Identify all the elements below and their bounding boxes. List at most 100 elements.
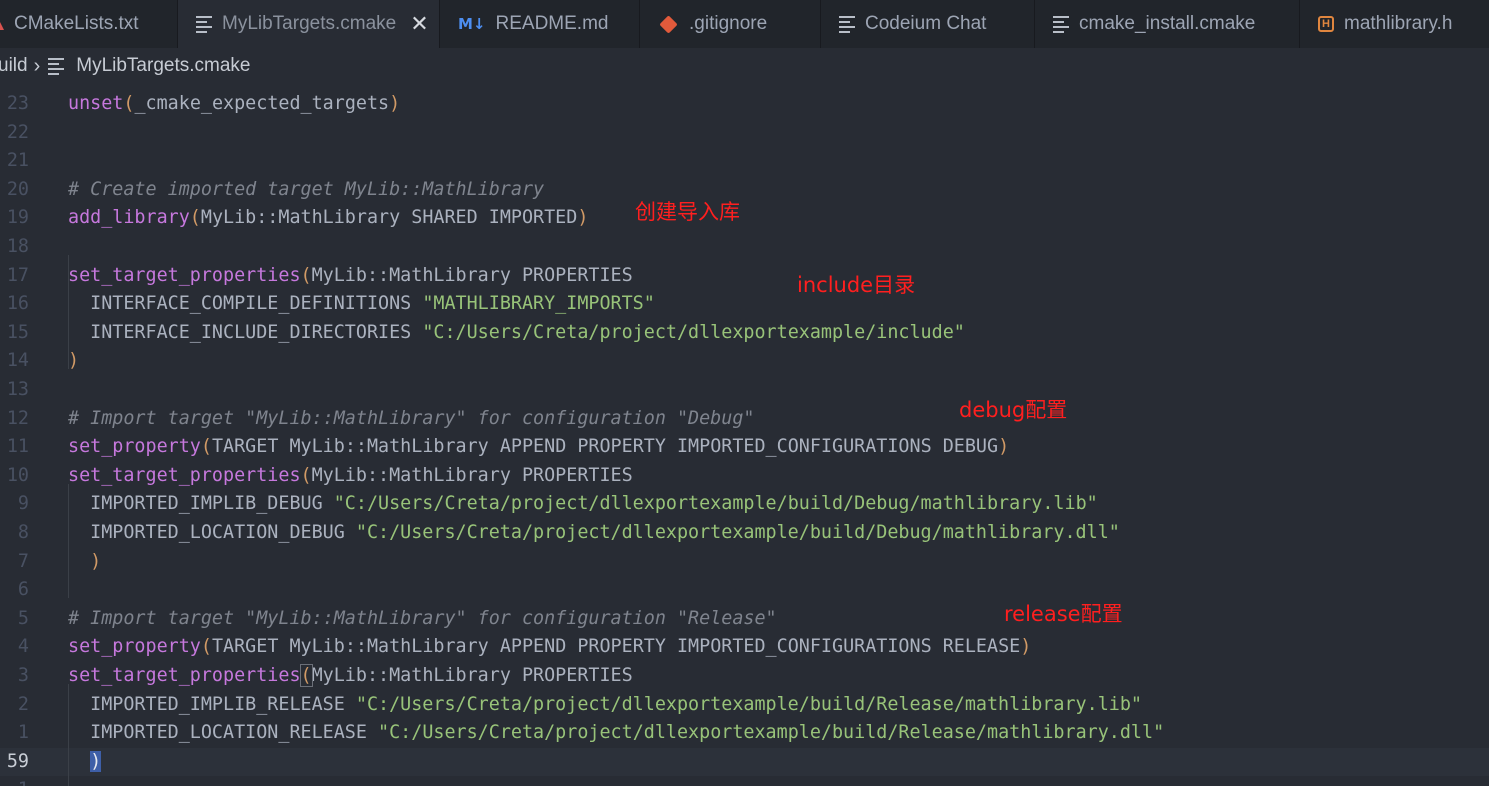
text-lines-icon (1053, 15, 1069, 33)
code-token: IMPORTED_LOCATION_RELEASE (68, 722, 379, 744)
cmake-icon (0, 18, 4, 30)
code-text: IMPORTED_IMPLIB_DEBUG "C:/Users/Creta/pr… (68, 490, 1098, 519)
code-token: ( (300, 464, 312, 486)
code-text: ) (68, 347, 79, 376)
code-text: # Import target "MyLib::MathLibrary" for… (68, 605, 777, 634)
tab-label: README.md (495, 13, 609, 34)
line-number: 16 (6, 293, 29, 315)
code-token: ) (68, 350, 80, 372)
code-line[interactable]: 1 (0, 776, 1489, 786)
line-number: 3 (17, 665, 29, 686)
code-line[interactable]: 22 (0, 119, 1489, 148)
annotation-create-import-lib: 创建导入库 (635, 200, 740, 224)
code-line[interactable]: 11 set_property(TARGET MyLib::MathLibrary… (0, 433, 1489, 462)
annotation-debug-config: debug配置 (959, 398, 1068, 422)
indent-guide (68, 255, 69, 369)
line-number: 18 (6, 236, 29, 257)
code-line[interactable]: 20 # Create imported target MyLib::MathLi… (0, 176, 1489, 205)
tab-readme[interactable]: M↓ README.md (440, 0, 640, 48)
tab-codeium-chat[interactable]: Codeium Chat (821, 0, 1035, 48)
code-line[interactable]: 18 (0, 233, 1489, 262)
code-token: set_target_properties (68, 464, 301, 486)
code-token: _cmake_expected_targets (134, 93, 390, 114)
code-line[interactable]: 59 ) (0, 747, 1489, 777)
line-number: 21 (6, 150, 29, 172)
line-number: 14 (6, 350, 29, 372)
line-number: 2 (17, 693, 29, 715)
code-token: "C:/Users/Creta/project/dllexportexample… (355, 693, 1142, 715)
code-token: ( (200, 636, 212, 658)
code-token: TARGET MyLib::MathLibrary APPEND PROPERT… (211, 636, 1021, 658)
code-token: # Create imported target MyLib::MathLibr… (68, 178, 545, 200)
tab-mathlibrary-h[interactable]: H mathlibrary.h (1300, 0, 1489, 48)
code-text: # Create imported target MyLib::MathLibr… (68, 176, 544, 205)
code-line[interactable]: 4 set_property(TARGET MyLib::MathLibrary … (0, 633, 1489, 662)
code-line[interactable]: 14) (0, 347, 1489, 376)
code-line[interactable]: 3 set_target_properties(MyLib::MathLibrar… (0, 662, 1489, 691)
code-token: TARGET MyLib::MathLibrary APPEND PROPERT… (211, 436, 999, 458)
code-token: ) (1020, 636, 1032, 658)
code-line[interactable]: 17 set_target_properties(MyLib::MathLibra… (0, 262, 1489, 291)
code-line[interactable]: 21 (0, 147, 1489, 176)
code-token: "C:/Users/Creta/project/dllexportexample… (333, 493, 1098, 515)
line-number: 17 (6, 264, 29, 286)
code-token: "C:/Users/Creta/project/dllexportexample… (355, 522, 1120, 543)
code-text: set_target_properties(MyLib::MathLibrary… (68, 262, 633, 291)
line-number: 15 (6, 321, 29, 343)
code-line[interactable]: 16 INTERFACE_COMPILE_DEFINITIONS "MATHLI… (0, 290, 1489, 319)
line-number: 59 (6, 750, 29, 772)
code-line[interactable]: 6 (0, 576, 1489, 605)
tab-cmake-install[interactable]: cmake_install.cmake (1035, 0, 1300, 48)
code-token: ( (189, 207, 201, 229)
code-line[interactable]: 1 IMPORTED_LOCATION_RELEASE "C:/Users/Cr… (0, 719, 1489, 748)
code-line[interactable]: 12 # Import target "MyLib::MathLibrary" f… (0, 405, 1489, 434)
code-token: "C:/Users/Creta/project/dllexportexample… (422, 321, 965, 343)
code-line[interactable]: 15 INTERFACE_INCLUDE_DIRECTORIES "C:/Use… (0, 319, 1489, 348)
tab-label: cmake_install.cmake (1079, 13, 1256, 34)
annotation-release-config: release配置 (1004, 602, 1123, 626)
tab-mylibtargets[interactable]: MyLibTargets.cmake ✕ (178, 0, 440, 48)
chevron-right-icon: › (33, 54, 41, 77)
code-token: "C:/Users/Creta/project/dllexportexample… (378, 722, 1165, 744)
code-editor[interactable]: 159 )1 IMPORTED_LOCATION_RELEASE "C:/Use… (0, 84, 1489, 786)
breadcrumb: uild › MyLibTargets.cmake (0, 48, 1489, 84)
code-line[interactable]: 7 ) (0, 548, 1489, 577)
code-token: set_property (68, 436, 201, 458)
code-line[interactable]: 9 IMPORTED_IMPLIB_DEBUG "C:/Users/Creta/… (0, 490, 1489, 519)
text-lines-icon (196, 15, 212, 33)
tab-cmakelists[interactable]: CMakeLists.txt (0, 0, 178, 48)
code-token: ( (200, 436, 212, 458)
breadcrumb-file[interactable]: MyLibTargets.cmake (76, 55, 250, 77)
tab-gitignore[interactable]: .gitignore (640, 0, 821, 48)
code-token: MyLib::MathLibrary PROPERTIES (311, 264, 633, 286)
line-number: 6 (17, 579, 29, 601)
text-lines-icon (48, 57, 65, 75)
git-icon (659, 14, 678, 34)
breadcrumb-folder[interactable]: uild (0, 55, 28, 77)
code-line[interactable]: 2 IMPORTED_IMPLIB_RELEASE "C:/Users/Cret… (0, 691, 1489, 720)
code-text: # Import target "MyLib::MathLibrary" for… (68, 405, 754, 434)
code-token: ( (299, 664, 313, 687)
code-line[interactable]: 13 (0, 376, 1489, 405)
close-icon[interactable]: ✕ (410, 11, 428, 37)
code-token: INTERFACE_COMPILE_DEFINITIONS (68, 293, 423, 315)
code-token: IMPORTED_LOCATION_DEBUG (68, 522, 356, 543)
code-token: ( (123, 93, 135, 114)
code-token: # Import target "MyLib::MathLibrary" for… (68, 407, 755, 429)
code-line[interactable]: 19 add_library(MyLib::MathLibrary SHARED … (0, 204, 1489, 233)
code-token: ) (577, 207, 589, 229)
code-line[interactable]: 23 unset(_cmake_expected_targets) (0, 90, 1489, 119)
code-line[interactable]: 8 IMPORTED_LOCATION_DEBUG "C:/Users/Cret… (0, 519, 1489, 548)
code-text: IMPORTED_LOCATION_RELEASE "C:/Users/Cret… (68, 719, 1164, 748)
code-text: set_target_properties(MyLib::MathLibrary… (68, 462, 633, 491)
code-line[interactable]: 10 set_target_properties(MyLib::MathLibra… (0, 462, 1489, 491)
code-token: ) (90, 750, 102, 772)
line-number: 20 (6, 178, 29, 200)
code-text: ) (68, 548, 101, 577)
code-text: ) (68, 748, 102, 777)
line-number: 1 (0, 776, 29, 786)
code-token: ) (998, 436, 1010, 458)
code-line[interactable]: 5 # Import target "MyLib::MathLibrary" fo… (0, 605, 1489, 634)
